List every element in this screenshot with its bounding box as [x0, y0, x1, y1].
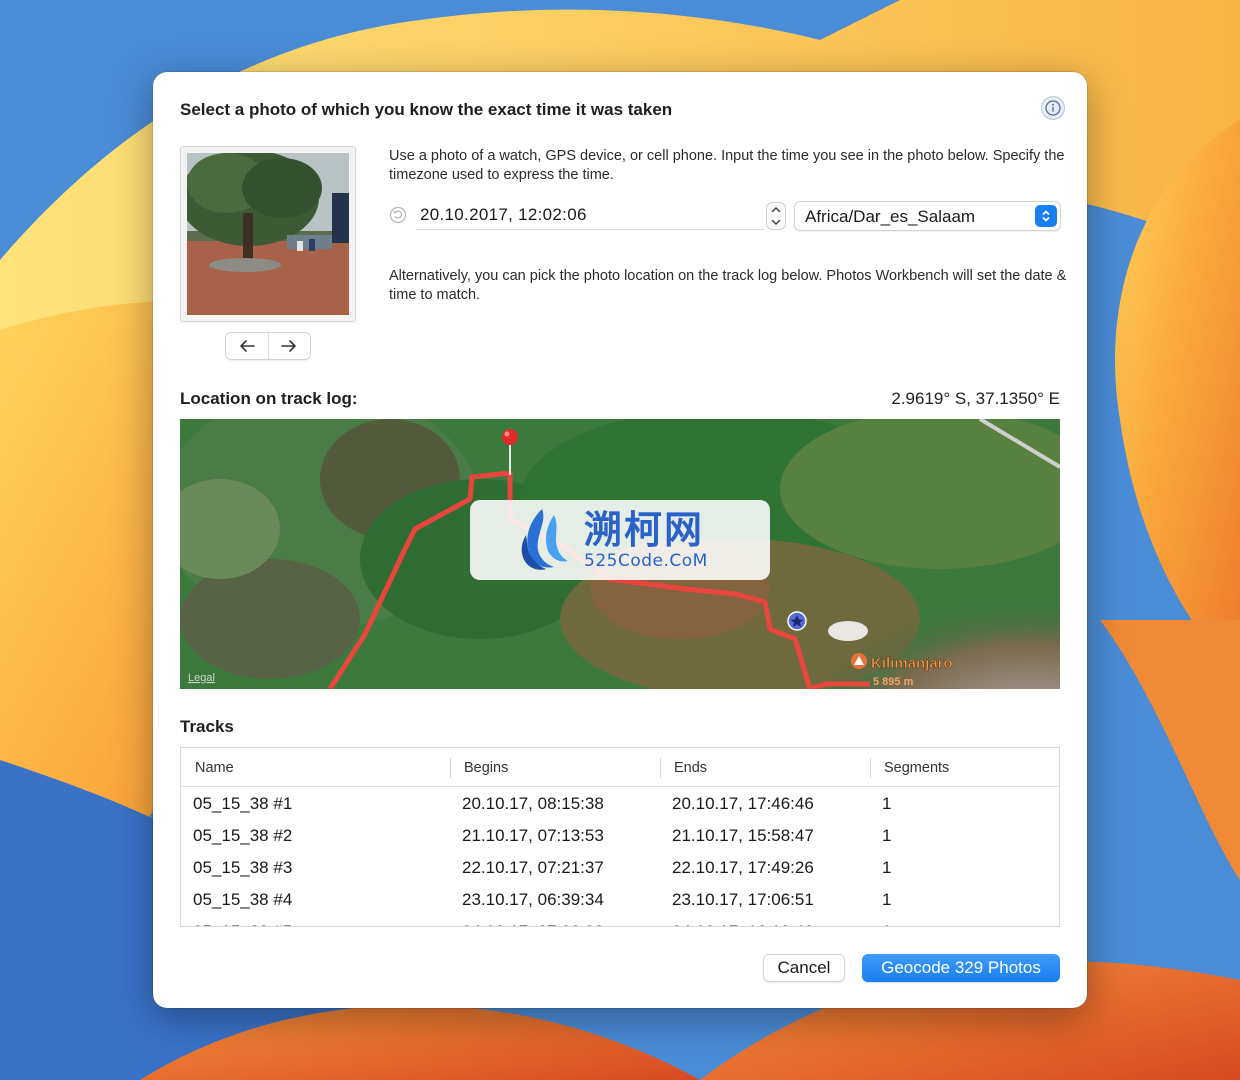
watermark-title: 溯柯网	[584, 508, 705, 552]
cell-segments: 1	[882, 826, 892, 845]
cell-ends: 20.10.17, 17:46:46	[672, 794, 814, 813]
column-header-begins[interactable]: Begins	[450, 748, 660, 786]
table-row[interactable]: 05_15_38 #1 20.10.17, 08:15:38 20.10.17,…	[181, 787, 1059, 819]
alternative-instruction-text: Alternatively, you can pick the photo lo…	[389, 268, 1067, 303]
arrow-right-icon	[281, 340, 297, 352]
instruction-text: Use a photo of a watch, GPS device, or c…	[389, 148, 1065, 183]
cell-segments: 1	[882, 858, 892, 877]
map-legal-link[interactable]: Legal	[188, 672, 215, 684]
geocode-photos-button[interactable]: Geocode 329 Photos	[862, 954, 1060, 982]
photo-thumbnail	[187, 153, 349, 315]
cancel-button[interactable]: Cancel	[763, 954, 845, 982]
cell-begins: 21.10.17, 07:13:53	[462, 826, 604, 845]
table-row[interactable]: 05_15_38 #2 21.10.17, 07:13:53 21.10.17,…	[181, 819, 1059, 851]
photo-thumbnail-frame[interactable]	[180, 146, 356, 322]
cell-ends: 23.10.17, 17:06:51	[672, 890, 814, 909]
cell-segments: 1	[882, 890, 892, 909]
location-label: Location on track log:	[180, 389, 358, 408]
timezone-value: Africa/Dar_es_Salaam	[805, 207, 976, 226]
cell-name: 05_15_38 #4	[193, 890, 293, 909]
table-row[interactable]: 05_15_38 #3 22.10.17, 07:21:37 22.10.17,…	[181, 851, 1059, 883]
location-coordinates: 2.9619° S, 37.1350° E	[891, 389, 1060, 408]
dialog-heading: Select a photo of which you know the exa…	[180, 100, 673, 119]
star-poi-icon[interactable]	[787, 611, 807, 631]
cell-ends: 21.10.17, 15:58:47	[672, 826, 814, 845]
map-elevation: 5 895 m	[873, 676, 914, 688]
chevron-up-icon[interactable]	[771, 206, 781, 213]
next-photo-button[interactable]	[267, 333, 311, 359]
cell-name: 05_15_38 #1	[193, 794, 293, 813]
watermark-overlay: 溯柯网 525Code.CoM	[470, 500, 770, 580]
info-icon[interactable]	[1041, 96, 1065, 120]
tracks-table[interactable]: Name Begins Ends Segments 05_15_38 #1 20…	[180, 747, 1060, 927]
cell-ends: 22.10.17, 17:49:26	[672, 858, 814, 877]
cell-begins: 20.10.17, 08:15:38	[462, 794, 604, 813]
map-place-name: Kilimanjaro	[871, 655, 953, 672]
watermark-logo-icon	[521, 509, 568, 570]
chevron-down-icon[interactable]	[771, 219, 781, 226]
clock-reset-icon[interactable]	[389, 206, 407, 224]
column-header-segments[interactable]: Segments	[870, 748, 1059, 786]
table-row[interactable]: 05_15_38 #4 23.10.17, 06:39:34 23.10.17,…	[181, 883, 1059, 915]
geocode-dialog: Select a photo of which you know the exa…	[153, 72, 1087, 1008]
photo-navigation	[225, 332, 311, 360]
tracks-label: Tracks	[180, 717, 234, 736]
mountain-peak-icon	[851, 653, 867, 669]
cell-name: 05_15_38 #5	[181, 915, 450, 926]
cell-begins: 22.10.17, 07:21:37	[462, 858, 604, 877]
table-row[interactable]: 05_15_38 #5 24.10.17, 07:00:00 24.10.17,…	[181, 915, 1059, 926]
cell-begins: 23.10.17, 06:39:34	[462, 890, 604, 909]
timezone-select[interactable]: Africa/Dar_es_Salaam	[794, 201, 1061, 231]
cell-name: 05_15_38 #2	[193, 826, 293, 845]
date-time-stepper[interactable]	[766, 202, 786, 230]
cell-segments: 1	[870, 915, 1059, 926]
cell-segments: 1	[882, 794, 892, 813]
arrow-left-icon	[239, 340, 255, 352]
cell-name: 05_15_38 #3	[193, 858, 293, 877]
watermark-subtitle: 525Code.CoM	[584, 551, 708, 571]
column-header-name[interactable]: Name	[181, 748, 450, 786]
updown-chevron-icon	[1035, 205, 1057, 227]
cell-ends: 24.10.17, 16:10:40	[660, 915, 870, 926]
date-time-input[interactable]: 20.10.2017, 12:02:06	[416, 200, 764, 230]
tracks-table-header: Name Begins Ends Segments	[181, 748, 1059, 787]
previous-photo-button[interactable]	[226, 333, 268, 359]
column-header-ends[interactable]: Ends	[660, 748, 870, 786]
cell-begins: 24.10.17, 07:00:00	[450, 915, 660, 926]
